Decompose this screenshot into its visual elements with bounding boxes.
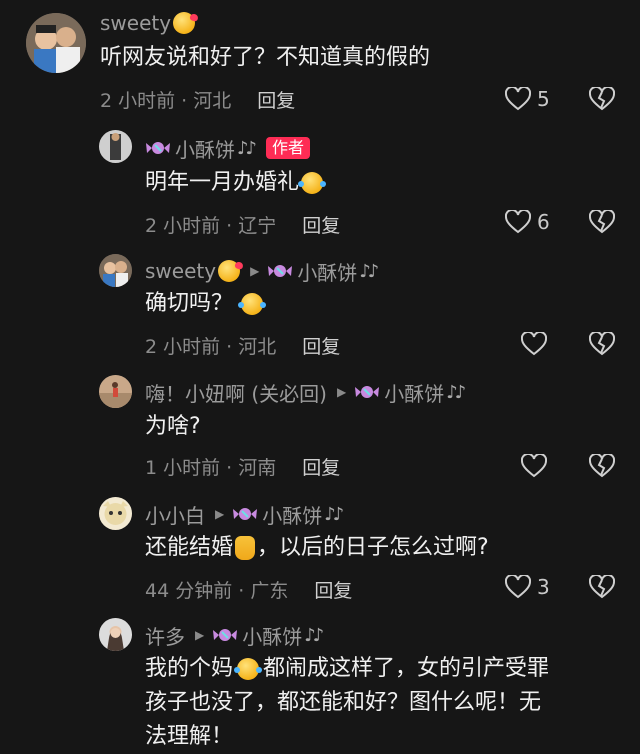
music-notes-icon: ♪♪ [446, 381, 466, 403]
crying-laughing-emoji-icon [238, 293, 267, 315]
broken-heart-icon [588, 208, 616, 234]
broken-heart-icon [588, 452, 616, 478]
broken-heart-icon [588, 85, 616, 111]
username-row: 许多 ▶ 小酥饼 ♪♪ [145, 620, 324, 650]
reply-arrow-icon: ▶ [215, 507, 225, 521]
avatar[interactable] [99, 618, 132, 651]
dislike-button[interactable] [588, 208, 616, 238]
candy-icon [354, 383, 380, 401]
heart-outline-icon [521, 454, 547, 478]
username-row: sweety [100, 8, 196, 38]
reply-arrow-icon: ▶ [250, 264, 260, 278]
heart-outline-icon [505, 87, 531, 111]
username-row: 小酥饼 ♪♪ 作者 [145, 133, 310, 163]
avatar[interactable] [99, 254, 132, 287]
comment-text: 还能结婚 ，以后的日子怎么过啊? [145, 531, 489, 565]
broken-heart-icon [588, 573, 616, 599]
music-notes-icon: ♪♪ [304, 624, 324, 646]
username[interactable]: 小小白 [145, 500, 205, 529]
avatar[interactable] [99, 130, 132, 163]
reply-to-username[interactable]: 小酥饼 [384, 378, 444, 407]
username[interactable]: 嗨！小妞啊 (关必回) [145, 378, 327, 407]
candy-icon [145, 139, 171, 157]
username[interactable]: 小酥饼 [175, 134, 235, 163]
comment-text-content: 明年一月办婚礼 [145, 170, 300, 195]
like-button[interactable]: 3 [505, 572, 550, 602]
music-notes-icon: ♪♪ [359, 260, 379, 282]
username[interactable]: sweety [100, 11, 171, 35]
heart-outline-icon [505, 575, 531, 599]
timestamp-location: 2 小时前 · 辽宁 [145, 214, 277, 237]
comment-meta: 1 小时前 · 河南 回复 [145, 451, 340, 481]
kiss-emoji-icon [173, 12, 196, 34]
heart-outline-icon [521, 332, 547, 356]
comment-text-part: 都闹成这样了，女的引产受罪 [263, 656, 550, 681]
comment-text-part: ，以后的日子怎么过啊? [257, 535, 489, 560]
like-button[interactable] [521, 451, 547, 481]
username-row: 嗨！小妞啊 (关必回) ▶ 小酥饼 ♪♪ [145, 377, 466, 407]
comment-meta: 44 分钟前 · 广东 回复 [145, 574, 352, 604]
reply-to-username[interactable]: 小酥饼 [242, 621, 302, 650]
reply-button[interactable]: 回复 [302, 453, 340, 480]
like-button[interactable]: 5 [505, 84, 550, 114]
comment-text: 明年一月办婚礼 [145, 166, 327, 200]
reply-to-username[interactable]: 小酥饼 [262, 500, 322, 529]
like-button[interactable] [521, 329, 547, 359]
reply-button[interactable]: 回复 [302, 211, 340, 238]
username-row: sweety ▶ 小酥饼 ♪♪ [145, 256, 379, 286]
username[interactable]: 许多 [145, 621, 185, 650]
dislike-button[interactable] [588, 452, 616, 482]
avatar[interactable] [26, 13, 86, 73]
candy-icon [212, 626, 238, 644]
comment-text: 为啥? [145, 414, 201, 439]
reply-button[interactable]: 回复 [314, 576, 352, 603]
timestamp-location: 2 小时前 · 河北 [145, 335, 277, 358]
broken-heart-icon [588, 330, 616, 356]
comment-text-line: 法理解！ [145, 724, 234, 749]
reply-arrow-icon: ▶ [336, 385, 347, 399]
avatar[interactable] [99, 497, 132, 530]
comment-text: 听网友说和好了？不知道真的假的 [100, 45, 431, 70]
timestamp-location: 1 小时前 · 河南 [145, 456, 277, 479]
username[interactable]: sweety [145, 259, 216, 283]
comment-meta: 2 小时前 · 河北 回复 [100, 84, 295, 114]
comment-meta: 2 小时前 · 河北 回复 [145, 330, 340, 360]
author-badge: 作者 [265, 137, 310, 159]
timestamp-location: 2 小时前 · 河北 [100, 89, 232, 112]
reply-button[interactable]: 回复 [302, 332, 340, 359]
like-count: 3 [537, 575, 550, 599]
like-count: 6 [537, 210, 550, 234]
laughing-tears-emoji-icon [234, 658, 263, 680]
music-notes-icon: ♪♪ [237, 137, 257, 159]
comment-text-content: 确切吗？ [145, 291, 234, 316]
dislike-button[interactable] [588, 85, 616, 115]
comment-text-line: 孩子也没了，都还能和好？图什么呢！无 [145, 690, 542, 715]
comment-meta: 2 小时前 · 辽宁 回复 [145, 209, 340, 239]
candy-icon [267, 262, 293, 280]
like-button[interactable]: 6 [505, 207, 550, 237]
dislike-button[interactable] [588, 573, 616, 603]
like-count: 5 [537, 87, 550, 111]
comment-text-part: 我的个妈 [145, 656, 234, 681]
candy-icon [232, 505, 258, 523]
thumbs-up-emoji-icon [235, 536, 256, 560]
laughing-tears-emoji-icon [298, 172, 327, 194]
comment-text: 确切吗？ [145, 287, 267, 321]
heart-outline-icon [505, 210, 531, 234]
avatar[interactable] [99, 375, 132, 408]
reply-to-username[interactable]: 小酥饼 [297, 257, 357, 286]
comment-text: 我的个妈 都闹成这样了，女的引产受罪 [145, 652, 549, 686]
reply-button[interactable]: 回复 [257, 86, 295, 113]
comment-text-part: 还能结婚 [145, 535, 234, 560]
username-row: 小小白 ▶ 小酥饼 ♪♪ [145, 499, 344, 529]
kiss-emoji-icon [218, 260, 241, 282]
dislike-button[interactable] [588, 330, 616, 360]
timestamp-location: 44 分钟前 · 广东 [145, 579, 289, 602]
reply-arrow-icon: ▶ [195, 628, 205, 642]
music-notes-icon: ♪♪ [324, 503, 344, 525]
